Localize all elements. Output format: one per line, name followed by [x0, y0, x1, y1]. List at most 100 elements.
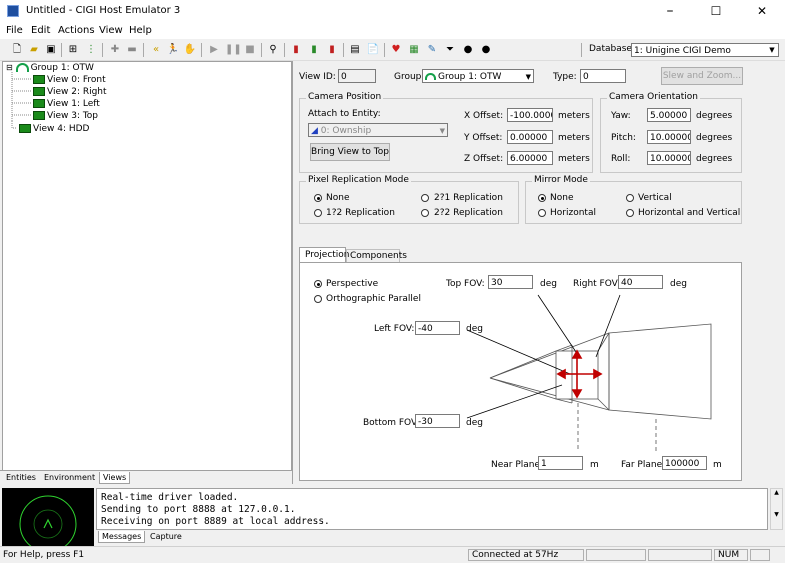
display-icon[interactable]: ▤ — [348, 43, 362, 56]
menu-file[interactable]: File — [6, 25, 23, 36]
joystick-icon[interactable]: ⚲ — [266, 43, 280, 56]
status-pane-empty — [586, 549, 646, 561]
tree-item-view[interactable]: View 1: Left — [33, 99, 100, 109]
far-plane-field[interactable]: 100000 — [662, 456, 707, 470]
menu-actions[interactable]: Actions — [58, 25, 95, 36]
mirror-none-radio[interactable] — [538, 194, 546, 202]
view-id-label: View ID: — [299, 72, 336, 82]
entity-icon: ◢ — [311, 126, 318, 136]
message-scrollbar[interactable]: ▲ ▼ — [770, 488, 783, 530]
entity-config-icon[interactable]: ▮ — [325, 43, 339, 56]
pixel-2x2-label: 2?2 Replication — [434, 208, 503, 218]
mirror-hv-radio[interactable] — [626, 209, 634, 217]
camera-b-icon[interactable]: ● — [479, 43, 493, 56]
message-line: Receiving on port 8889 at local address. — [101, 516, 330, 527]
mirror-vertical-radio[interactable] — [626, 194, 634, 202]
message-line: Real-time driver loaded. — [101, 492, 239, 503]
pixel-none-radio[interactable] — [314, 194, 322, 202]
group-select[interactable]: Group 1: OTW ▼ — [422, 69, 534, 83]
entity-red-icon[interactable]: ▮ — [289, 43, 303, 56]
close-button[interactable]: ✕ — [739, 0, 785, 23]
mirror-hv-label: Horizontal and Vertical — [638, 208, 741, 218]
z-offset-field[interactable]: 6.00000 — [507, 151, 553, 165]
tree-item-view[interactable]: View 2: Right — [33, 87, 107, 97]
y-offset-field[interactable]: 0.00000 — [507, 130, 553, 144]
hand-icon[interactable]: ✋ — [183, 43, 197, 56]
roll-field[interactable]: 10.00000 — [647, 151, 691, 165]
play-icon[interactable]: ▶ — [207, 43, 221, 56]
mirror-horizontal-radio[interactable] — [538, 209, 546, 217]
view-tree: ⊟ Group 1: OTW View 0: Front View 2: Rig… — [2, 61, 292, 471]
tree-lines — [11, 72, 31, 129]
menu-view[interactable]: View — [99, 25, 123, 36]
view-id-field[interactable]: 0 — [338, 69, 376, 83]
maximize-button[interactable]: ☐ — [693, 0, 739, 23]
z-offset-label: Z Offset: — [464, 154, 504, 164]
camera-orientation-group: Camera Orientation Yaw: 5.00000 degrees … — [600, 92, 742, 173]
probe-icon[interactable]: ✎ — [425, 43, 439, 56]
document-icon[interactable]: 📄 — [366, 43, 380, 56]
pause-icon[interactable]: ❚❚ — [225, 43, 242, 56]
yaw-field[interactable]: 5.00000 — [647, 108, 691, 122]
bottom-fov-unit: deg — [466, 418, 483, 428]
type-field[interactable]: 0 — [580, 69, 626, 83]
x-offset-field[interactable]: -100.00000 — [507, 108, 553, 122]
tree-expand-icon[interactable]: ⊞ — [66, 43, 80, 56]
slew-zoom-button[interactable]: Slew and Zoom... — [661, 67, 743, 85]
menu-edit[interactable]: Edit — [31, 25, 50, 36]
tab-entities[interactable]: Entities — [6, 473, 36, 482]
window-title: Untitled - CIGI Host Emulator 3 — [26, 5, 181, 16]
scroll-up-icon[interactable]: ▲ — [771, 489, 782, 496]
bring-view-to-top-button[interactable]: Bring View to Top — [310, 143, 390, 161]
bottom-fov-field[interactable]: -30 — [415, 414, 460, 428]
database-select[interactable]: 1: Unigine CIGI Demo ▼ — [631, 43, 779, 57]
stop-icon[interactable]: ■ — [243, 43, 257, 56]
scroll-down-icon[interactable]: ▼ — [771, 511, 782, 518]
pixel-2x2-radio[interactable] — [421, 209, 429, 217]
chevron-down-icon[interactable]: ▼ — [766, 44, 778, 56]
minimize-button[interactable]: – — [647, 0, 693, 23]
add-icon[interactable]: ✚ — [108, 43, 122, 56]
tab-environment[interactable]: Environment — [44, 473, 95, 482]
remove-icon[interactable]: ▬ — [125, 43, 139, 56]
pixel-2x1-radio[interactable] — [421, 194, 429, 202]
yaw-label: Yaw: — [611, 111, 631, 121]
near-plane-field[interactable]: 1 — [538, 456, 583, 470]
pitch-field[interactable]: 10.00000 — [647, 130, 691, 144]
message-tab-strip: Messages Capture — [96, 531, 236, 545]
frustum-diagram — [466, 294, 712, 451]
tab-components[interactable]: Components — [346, 249, 407, 263]
x-offset-label: X Offset: — [464, 111, 504, 121]
type-label: Type: — [553, 72, 577, 82]
group-icon — [425, 73, 436, 80]
left-fov-field[interactable]: -40 — [415, 321, 460, 335]
y-offset-label: Y Offset: — [464, 133, 503, 143]
database-label: Database: — [589, 44, 635, 54]
tab-capture[interactable]: Capture — [150, 532, 182, 541]
menu-help[interactable]: Help — [129, 25, 152, 36]
rewind-icon[interactable]: « — [149, 43, 163, 56]
tree-add-icon[interactable]: ⋮ — [84, 43, 98, 56]
entity-green-icon[interactable]: ▮ — [307, 43, 321, 56]
new-file-icon[interactable]: 🗋 — [10, 43, 24, 56]
save-icon[interactable]: ▣ — [44, 43, 58, 56]
pixel-1x2-radio[interactable] — [314, 209, 322, 217]
message-line: Sending to port 8888 at 127.0.0.1. — [101, 504, 296, 515]
top-fov-field[interactable]: 30 — [488, 275, 533, 289]
filter-icon[interactable]: ⏷ — [443, 43, 457, 56]
mirror-none-label: None — [550, 193, 574, 203]
tab-projection[interactable]: Projection — [299, 247, 350, 263]
tree-item-view[interactable]: View 0: Front — [33, 75, 106, 85]
tab-views[interactable]: Views — [99, 472, 131, 484]
right-fov-field[interactable]: 40 — [618, 275, 663, 289]
pixel-replication-group: Pixel Replication Mode None 1?2 Replicat… — [299, 175, 519, 224]
attach-entity-select[interactable]: ◢ 0: Ownship ▼ — [308, 123, 448, 137]
menu-bar: File Edit Actions View Help — [0, 23, 785, 39]
heart-icon[interactable]: ♥ — [389, 43, 403, 56]
open-folder-icon[interactable]: ▰ — [27, 43, 41, 56]
run-icon[interactable]: 🏃 — [166, 43, 180, 56]
add-entity-icon[interactable]: ▦ — [407, 43, 421, 56]
camera-a-icon[interactable]: ● — [461, 43, 475, 56]
tab-messages[interactable]: Messages — [98, 531, 146, 543]
mirror-vertical-label: Vertical — [638, 193, 672, 203]
